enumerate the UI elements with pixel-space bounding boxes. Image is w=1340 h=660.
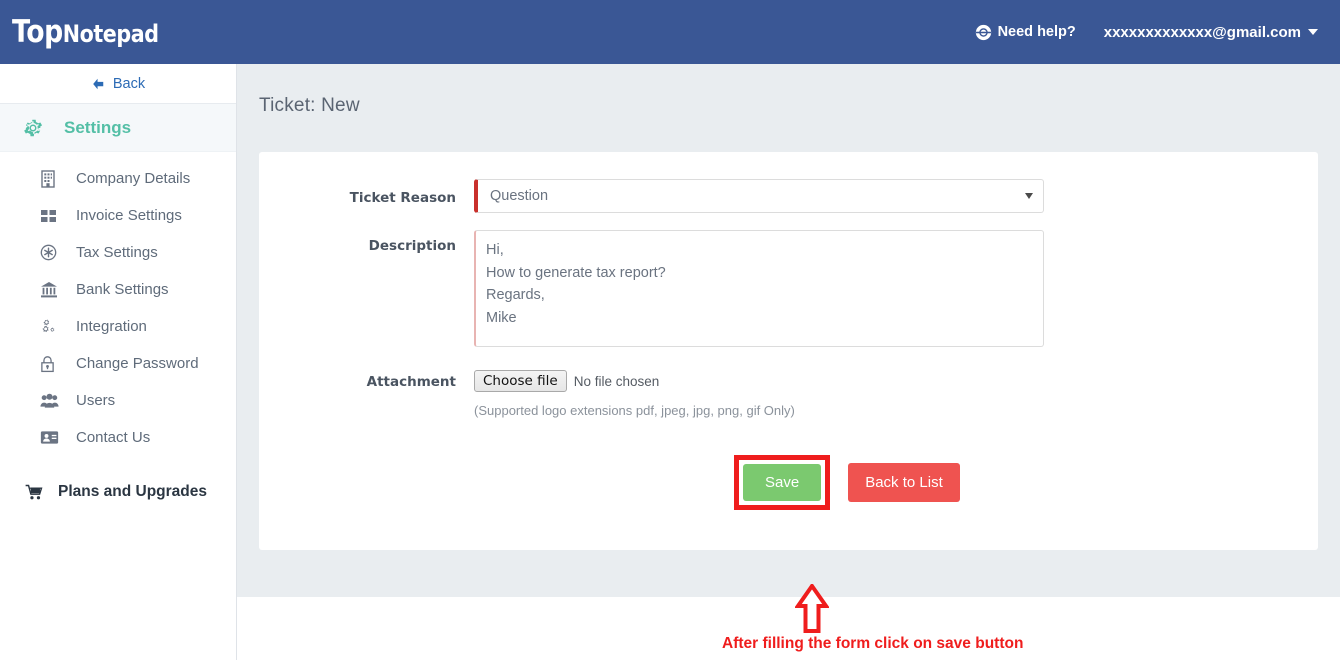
gear-icon: [20, 117, 46, 139]
caret-down-icon: [1025, 193, 1033, 199]
annotation-text: After filling the form click on save but…: [722, 635, 1024, 652]
sidebar-item-plans-label: Plans and Upgrades: [58, 483, 208, 500]
sidebar-item-label: Invoice Settings: [76, 207, 182, 224]
user-email-label: xxxxxxxxxxxxx@gmail.com: [1103, 23, 1301, 41]
logo-text-notepad: Notepad: [62, 19, 159, 48]
no-file-chosen-label: No file chosen: [573, 373, 660, 389]
shopping-cart-icon: [22, 484, 46, 501]
arrow-left-icon: [93, 78, 104, 89]
users-icon: [40, 393, 62, 409]
grid-squares-icon: [40, 208, 62, 224]
lock-icon: [40, 355, 62, 373]
building-icon: [40, 169, 62, 188]
need-help-link[interactable]: Need help?: [975, 24, 1076, 41]
user-menu[interactable]: xxxxxxxxxxxxx@gmail.com: [1104, 24, 1318, 41]
sidebar-item-plans-and-upgrades[interactable]: Plans and Upgrades: [0, 470, 236, 514]
form-row-ticket-reason: Ticket Reason Question: [274, 179, 1044, 213]
asterisk-badge-icon: [40, 244, 62, 261]
ticket-form-panel: Ticket Reason Question Description Hi, H…: [259, 152, 1318, 550]
sidebar-item-users[interactable]: Users: [0, 382, 236, 419]
chevron-down-icon: [1308, 29, 1318, 35]
logo-text-top: Top: [12, 13, 63, 50]
sidebar-item-company-details[interactable]: Company Details: [0, 160, 236, 197]
sidebar-item-label: Contact Us: [76, 429, 151, 446]
sidebar-item-label: Users: [76, 392, 116, 409]
back-to-list-button[interactable]: Back to List: [848, 463, 960, 502]
file-input-line: Choose file No file chosen: [474, 370, 795, 392]
bank-icon: [40, 281, 62, 298]
help-circle-icon: [975, 24, 991, 40]
sidebar-item-contact-us[interactable]: Contact Us: [0, 419, 236, 456]
back-link[interactable]: Back: [91, 76, 145, 92]
form-row-description: Description Hi, How to generate tax repo…: [274, 230, 1044, 347]
page-title: Ticket: New: [259, 95, 360, 116]
sidebar-item-invoice-settings[interactable]: Invoice Settings: [0, 197, 236, 234]
sidebar-item-settings-label: Settings: [64, 117, 132, 137]
attachment-control: Choose file No file chosen (Supported lo…: [474, 370, 795, 418]
app-header: TopNotepad Need help? xxxxxxxxxxxxx@gmai…: [0, 0, 1340, 64]
arrow-up-outline-icon: [795, 584, 829, 633]
form-row-attachment: Attachment Choose file No file chosen (S…: [274, 370, 795, 418]
header-actions: Need help? xxxxxxxxxxxxx@gmail.com: [975, 24, 1318, 41]
choose-file-button[interactable]: Choose file: [474, 370, 567, 392]
sidebar-item-label: Company Details: [76, 170, 191, 187]
ticket-reason-select[interactable]: Question: [474, 179, 1044, 213]
description-label: Description: [368, 238, 456, 254]
form-actions: Save Back to List: [734, 455, 960, 510]
sidebar-item-change-password[interactable]: Change Password: [0, 345, 236, 382]
back-label: Back: [112, 75, 146, 92]
sidebar-item-label: Change Password: [76, 355, 199, 372]
save-button-highlight: Save: [734, 455, 831, 510]
need-help-label: Need help?: [997, 24, 1076, 40]
save-button[interactable]: Save: [743, 464, 822, 501]
ticket-reason-value: Question: [490, 188, 549, 204]
sidebar: Back Settings Company Details Invoice Se…: [0, 64, 237, 660]
app-logo[interactable]: TopNotepad: [12, 13, 159, 50]
sidebar-item-tax-settings[interactable]: Tax Settings: [0, 234, 236, 271]
contact-card-icon: [40, 430, 62, 445]
sidebar-nav-list: Company Details Invoice Settings Tax Set…: [0, 152, 236, 456]
sidebar-item-label: Tax Settings: [76, 244, 158, 261]
sidebar-back-row: Back: [0, 64, 236, 104]
sidebar-item-integration[interactable]: Integration: [0, 308, 236, 345]
sidebar-item-bank-settings[interactable]: Bank Settings: [0, 271, 236, 308]
attachment-label: Attachment: [366, 374, 456, 390]
sidebar-item-label: Bank Settings: [76, 281, 169, 298]
supported-extensions-note: (Supported logo extensions pdf, jpeg, jp…: [474, 403, 795, 418]
cogs-icon: [40, 318, 62, 335]
main-content: Ticket: New Ticket Reason Question Descr…: [237, 64, 1340, 652]
sidebar-item-label: Integration: [76, 318, 147, 335]
ticket-reason-label: Ticket Reason: [349, 190, 456, 206]
description-textarea[interactable]: Hi, How to generate tax report? Regards,…: [474, 230, 1044, 347]
sidebar-item-settings[interactable]: Settings: [0, 104, 236, 152]
